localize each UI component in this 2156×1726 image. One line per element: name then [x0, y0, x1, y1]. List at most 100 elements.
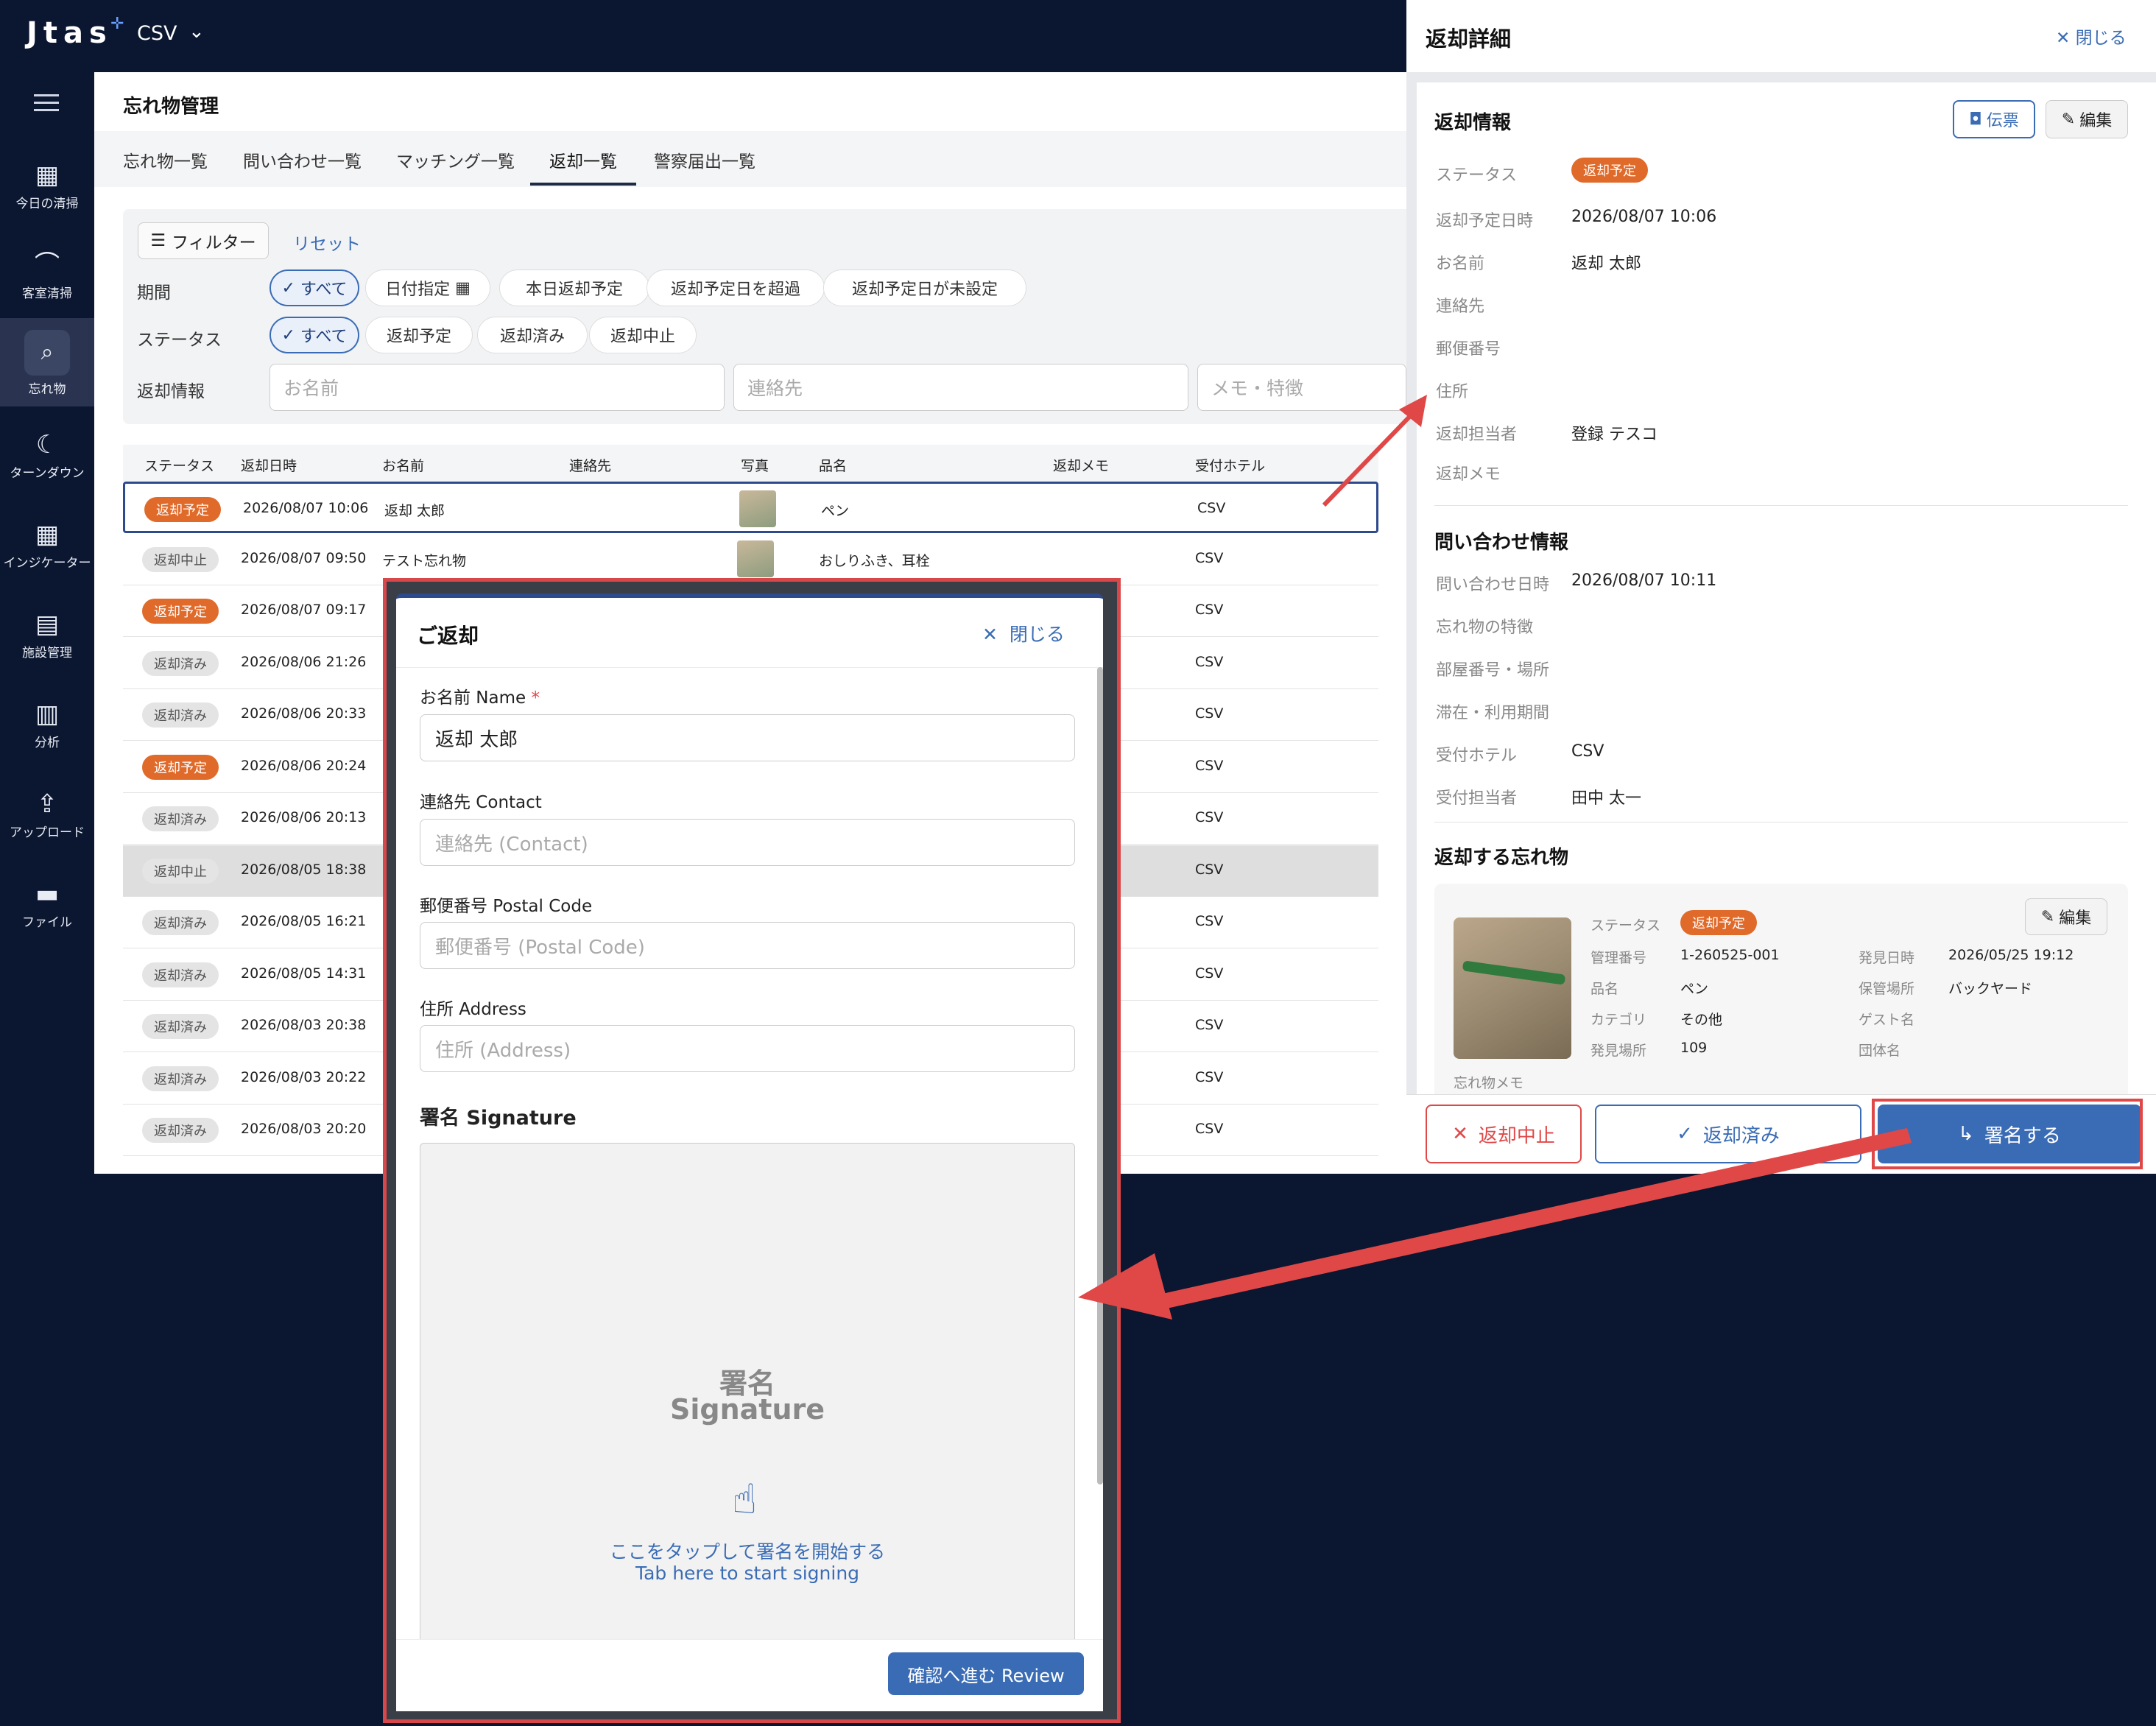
- detail-close-button[interactable]: ✕ 閉じる: [2056, 24, 2127, 49]
- menu-icon[interactable]: [34, 94, 59, 112]
- detail-header: [1406, 0, 2156, 72]
- period-label: 期間: [137, 283, 171, 303]
- item-field-value: 1-260525-001: [1680, 947, 1780, 963]
- col-status: ステータス: [144, 458, 215, 474]
- status-chip-all[interactable]: ✓ すべて: [270, 317, 359, 353]
- row-datetime: 2026/08/03 20:22: [241, 1068, 367, 1085]
- return-field-label: 連絡先: [1436, 297, 1485, 316]
- divider: [1434, 505, 2128, 506]
- status-chip-scheduled[interactable]: 返却予定: [365, 317, 473, 353]
- return-field-value: 2026/08/07 10:06: [1571, 208, 1717, 226]
- sidebar-item-7[interactable]: ⇪ アップロード: [0, 779, 94, 862]
- col-memo: 返却メモ: [1053, 458, 1110, 474]
- sidebar-item-6[interactable]: ▥ 分析: [0, 689, 94, 772]
- col-datetime: 返却日時: [241, 458, 297, 474]
- item-field-label: 発見場所: [1590, 1043, 1647, 1059]
- item-field-label: 管理番号: [1590, 950, 1647, 966]
- item-field-label: 保管場所: [1859, 981, 1915, 997]
- sidebar-item-1[interactable]: ⌒ 客室清掃: [0, 240, 94, 323]
- status-label: ステータス: [137, 331, 222, 350]
- sidebar-item-label: 客室清掃: [22, 286, 72, 301]
- clipboard-icon: ▤: [35, 610, 60, 639]
- row-name: テスト忘れ物: [382, 552, 467, 569]
- inquiry-field-label: 部屋番号・場所: [1436, 661, 1550, 680]
- calendar-icon: ▦: [35, 161, 60, 190]
- filter-icon: ☰: [150, 231, 166, 250]
- status-chip-returned[interactable]: 返却済み: [477, 317, 588, 353]
- period-chip-all[interactable]: ✓ すべて: [270, 270, 359, 306]
- status-badge: 返却済み: [142, 1065, 219, 1091]
- sidebar-item-8[interactable]: ▬ ファイル: [0, 869, 94, 951]
- item-field-value: ペン: [1680, 981, 1709, 997]
- reset-link[interactable]: リセット: [293, 230, 361, 255]
- row-photo[interactable]: [737, 540, 774, 577]
- divider: [1434, 822, 2128, 823]
- tab-lost-items[interactable]: 忘れ物一覧: [123, 147, 208, 172]
- item-photo[interactable]: [1454, 917, 1571, 1059]
- close-icon: ✕: [2056, 29, 2071, 48]
- memo-filter-input[interactable]: メモ・特徴: [1197, 364, 1406, 411]
- edit-return-button[interactable]: ✎ 編集: [2046, 100, 2128, 138]
- row-hotel: CSV: [1195, 1068, 1224, 1085]
- period-chip-unset[interactable]: 返却予定日が未設定: [823, 270, 1026, 306]
- contact-filter-input[interactable]: 連絡先: [733, 364, 1188, 411]
- sidebar-item-label: 忘れ物: [28, 382, 66, 397]
- edit-item-button[interactable]: ✎ 編集: [2025, 898, 2107, 935]
- upload-icon: ⇪: [36, 789, 58, 819]
- mark-returned-button[interactable]: ✓ 返却済み: [1595, 1105, 1861, 1163]
- slip-button[interactable]: ◘ 伝票: [1953, 100, 2035, 138]
- col-name: お名前: [382, 458, 425, 474]
- table-row[interactable]: 返却予定 2026/08/07 10:06 返却 太郎 ペン CSV: [123, 482, 1378, 533]
- item-field-label: 団体名: [1859, 1043, 1901, 1059]
- period-chip-today[interactable]: 本日返却予定: [499, 270, 649, 306]
- item-field-value: バックヤード: [1948, 981, 2033, 997]
- tab-returns[interactable]: 返却一覧: [549, 147, 617, 172]
- item-status-label: ステータス: [1590, 917, 1661, 934]
- inquiry-field-label: 忘れ物の特徴: [1436, 619, 1534, 637]
- sidebar-item-4[interactable]: ▦ インジケーター: [0, 510, 94, 592]
- status-badge: 返却予定: [142, 754, 219, 780]
- tab-inquiries[interactable]: 問い合わせ一覧: [243, 147, 362, 172]
- app-logo[interactable]: Jtas: [27, 16, 113, 50]
- period-chip-date[interactable]: 日付指定 ▦: [365, 270, 490, 306]
- row-photo[interactable]: [739, 490, 776, 527]
- sidebar-item-label: ファイル: [22, 915, 72, 930]
- filter-button[interactable]: ☰ フィルター: [138, 222, 269, 259]
- status-badge: 返却済み: [142, 806, 219, 831]
- return-field-label: 返却予定日時: [1436, 212, 1534, 230]
- period-chip-overdue[interactable]: 返却予定日を超過: [647, 270, 825, 306]
- row-hotel: CSV: [1195, 861, 1224, 878]
- return-field-label: 郵便番号: [1436, 340, 1501, 359]
- cancel-return-button[interactable]: ✕ 返却中止: [1426, 1105, 1582, 1163]
- item-memo-label: 忘れ物メモ: [1454, 1075, 1524, 1091]
- row-hotel: CSV: [1197, 500, 1226, 516]
- hotel-selector[interactable]: CSV: [137, 22, 177, 45]
- sidebar-item-5[interactable]: ▤ 施設管理: [0, 599, 94, 682]
- tab-matching[interactable]: マッチング一覧: [396, 147, 515, 172]
- calendar-icon: ▦: [455, 278, 471, 297]
- sidebar-item-0[interactable]: ▦ 今日の清掃: [0, 150, 94, 233]
- tab-police[interactable]: 警察届出一覧: [654, 147, 755, 172]
- check-icon: ✓: [1677, 1123, 1693, 1145]
- col-hotel: 受付ホテル: [1195, 458, 1266, 474]
- status-chip-cancelled[interactable]: 返却中止: [589, 317, 697, 353]
- sidebar-item-3[interactable]: ☾ ターンダウン: [0, 420, 94, 502]
- return-info-title: 返却情報: [1434, 112, 1512, 134]
- inquiry-field-label: 滞在・利用期間: [1436, 704, 1550, 722]
- status-badge: 返却予定: [142, 599, 219, 624]
- sidebar-item-2[interactable]: ⌕ 忘れ物: [0, 318, 94, 406]
- inquiry-field-value: CSV: [1571, 742, 1604, 761]
- status-badge: 返却済み: [142, 1014, 219, 1039]
- sidebar-item-label: ターンダウン: [10, 466, 85, 481]
- table-row[interactable]: 返却中止 2026/08/07 09:50 テスト忘れ物 おしりふき、耳栓 CSV: [123, 533, 1378, 585]
- row-hotel: CSV: [1195, 809, 1224, 825]
- item-field-value: その他: [1680, 1012, 1723, 1028]
- moon-icon: ☾: [35, 430, 59, 459]
- chevron-down-icon[interactable]: ⌄: [189, 21, 205, 43]
- status-badge: 返却済み: [142, 702, 219, 728]
- row-datetime: 2026/08/03 20:20: [241, 1121, 367, 1137]
- name-filter-input[interactable]: お名前: [270, 364, 725, 411]
- item-status-badge: 返却予定: [1680, 910, 1757, 935]
- inquiry-info-title: 問い合わせ情報: [1434, 532, 1569, 554]
- return-items-title: 返却する忘れ物: [1434, 847, 1569, 869]
